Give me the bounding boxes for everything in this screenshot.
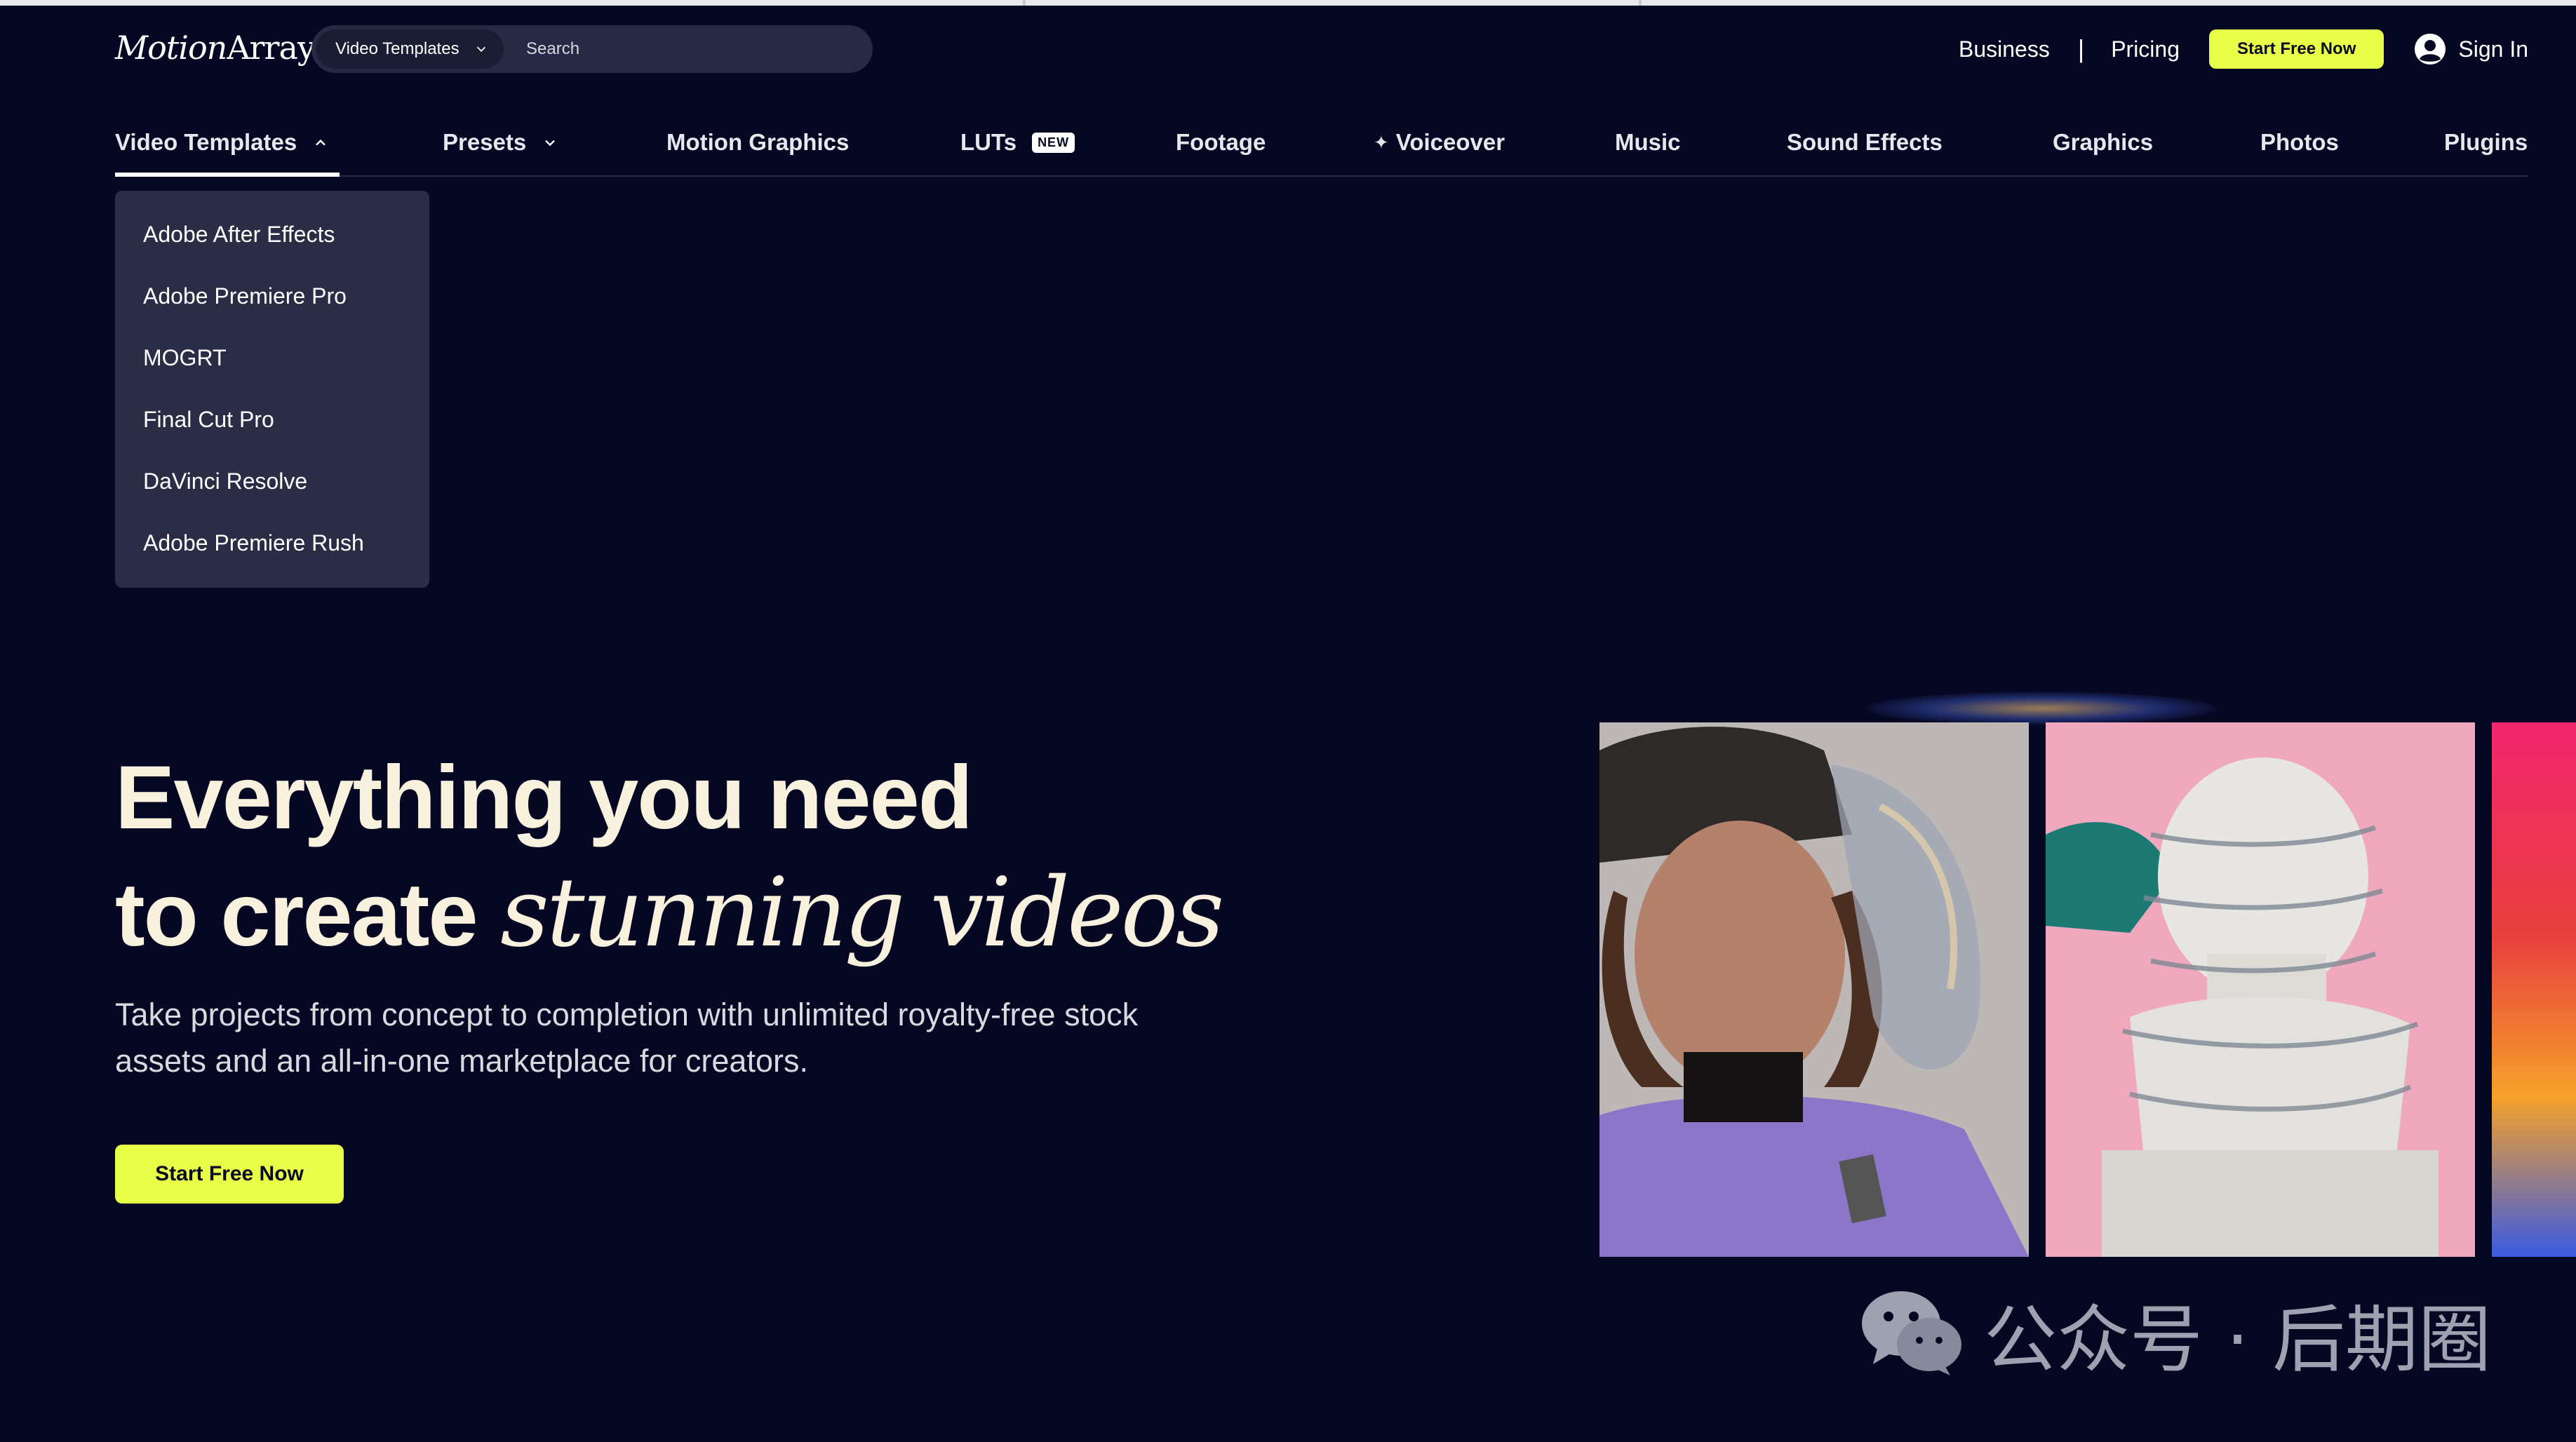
- nav-item-plugins[interactable]: Plugins: [2444, 126, 2528, 159]
- nav-item-presets[interactable]: Presets: [443, 126, 558, 159]
- business-link[interactable]: Business: [1959, 36, 2050, 62]
- nav-item-label: Presets: [443, 129, 527, 155]
- dropdown-item-adobe-premiere-rush[interactable]: Adobe Premiere Rush: [143, 530, 364, 556]
- nav-item-label: Motion Graphics: [666, 129, 850, 155]
- pricing-link[interactable]: Pricing: [2111, 36, 2180, 62]
- logo-text-motion: Motion: [115, 29, 227, 67]
- start-free-now-header-button[interactable]: Start Free Now: [2209, 29, 2384, 69]
- nav-item-music[interactable]: Music: [1615, 126, 1681, 159]
- hero-subtext: Take projects from concept to completion…: [115, 997, 1139, 1079]
- nav-item-video-templates[interactable]: Video Templates: [115, 126, 329, 159]
- hero-headline-styled: stunning videos: [500, 858, 1224, 969]
- chevron-up-icon: [316, 139, 326, 146]
- dropdown-item-adobe-after-effects[interactable]: Adobe After Effects: [143, 222, 335, 248]
- chevron-down-icon: [476, 46, 485, 52]
- nav-item-photos[interactable]: Photos: [2260, 126, 2339, 159]
- watermark-text: 公众号 · 后期圈: [1984, 1296, 2492, 1382]
- nav-item-label: Voiceover: [1395, 129, 1505, 155]
- new-badge: NEW: [1032, 132, 1075, 153]
- dropdown-item-davinci-resolve[interactable]: DaVinci Resolve: [143, 469, 307, 494]
- nav-item-label: Graphics: [2053, 129, 2154, 155]
- dropdown-item-adobe-premiere-pro[interactable]: Adobe Premiere Pro: [143, 283, 347, 309]
- hero-image-statue: [2046, 722, 2475, 1257]
- nav-item-label: Photos: [2260, 129, 2339, 155]
- nav-item-motion-graphics[interactable]: Motion Graphics: [666, 126, 849, 159]
- nav-item-label: Footage: [1176, 129, 1266, 155]
- search-input[interactable]: [525, 29, 836, 69]
- wechat-watermark: 公众号 · 后期圈: [1859, 1283, 2491, 1382]
- nav-item-graphics[interactable]: Graphics: [2053, 126, 2153, 159]
- sparkle-icon: ✦: [1374, 131, 1389, 153]
- active-nav-underline: [115, 173, 340, 177]
- user-icon: [2415, 34, 2446, 65]
- nav-item-label: Music: [1615, 129, 1681, 155]
- nav-item-label: Video Templates: [115, 129, 297, 155]
- hero-image-abstract: [2492, 722, 2576, 1257]
- video-templates-dropdown: Adobe After Effects Adobe Premiere Pro M…: [115, 191, 429, 588]
- nav-item-label: Sound Effects: [1787, 129, 1943, 155]
- wechat-icon: [1862, 1291, 1961, 1375]
- glow-decoration: [1866, 692, 2217, 725]
- nav-item-label: LUTs: [960, 129, 1017, 155]
- nav-item-label: Plugins: [2444, 129, 2528, 155]
- nav-item-footage[interactable]: Footage: [1176, 126, 1266, 159]
- logo[interactable]: Motion Array: [115, 27, 316, 69]
- header-right: Business | Pricing Start Free Now Sign I…: [1959, 25, 2528, 73]
- sign-in-label: Sign In: [2458, 36, 2528, 62]
- hero-image-person: [1599, 722, 2029, 1257]
- hero-headline-line2: to create stunning videos: [115, 857, 1224, 971]
- browser-top-strip: [0, 0, 2576, 6]
- nav-item-sound-effects[interactable]: Sound Effects: [1787, 126, 1943, 159]
- chevron-down-icon: [545, 140, 556, 147]
- search-category-select[interactable]: Video Templates: [316, 29, 504, 69]
- dropdown-item-mogrt[interactable]: MOGRT: [143, 345, 227, 371]
- search-bar: Video Templates: [311, 25, 873, 73]
- hero-headline-line1: Everything you need: [115, 748, 973, 848]
- sign-in-link[interactable]: Sign In: [2413, 32, 2528, 66]
- search-category-label: Video Templates: [335, 39, 459, 58]
- nav-item-voiceover[interactable]: ✦ Voiceover: [1374, 126, 1505, 159]
- dropdown-item-final-cut-pro[interactable]: Final Cut Pro: [143, 407, 274, 433]
- start-free-now-hero-button[interactable]: Start Free Now: [115, 1145, 344, 1204]
- main-nav: Video Templates Presets Motion Graphics …: [115, 118, 2528, 177]
- header-separator: |: [2077, 34, 2085, 63]
- hero-headline-plain: to create: [115, 865, 501, 965]
- logo-text-array: Array: [227, 29, 316, 67]
- nav-item-luts[interactable]: LUTs NEW: [960, 126, 1075, 159]
